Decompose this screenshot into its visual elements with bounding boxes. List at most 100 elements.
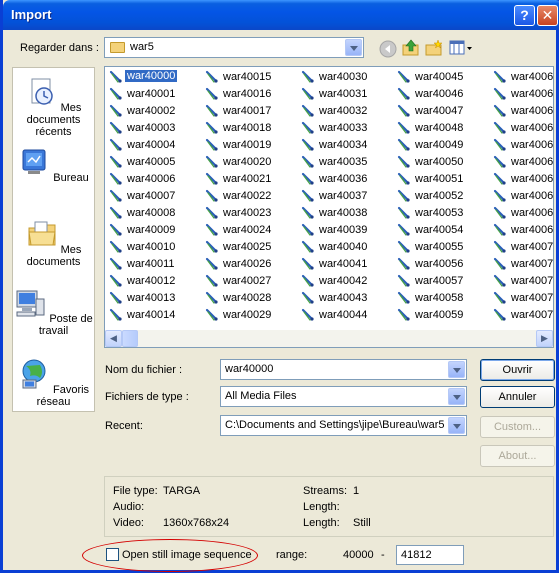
media-file-icon [493,206,506,219]
close-button[interactable]: ✕ [537,5,558,26]
media-file-icon [301,172,314,185]
scrollbar-thumb[interactable] [122,330,138,347]
file-name: war40051 [415,173,464,185]
folder-icon [110,42,125,53]
media-file-icon [493,70,506,83]
media-file-icon [397,155,410,168]
chevron-down-icon[interactable] [448,361,465,378]
file-name: war40031 [319,88,368,100]
file-name: war40053 [415,207,464,219]
media-file-icon [205,87,218,100]
horizontal-scrollbar[interactable]: ◀ ▶ [105,330,553,347]
file-name: war40044 [319,309,368,321]
filename-input[interactable]: war40000 [220,359,467,380]
file-name: war4006 [511,156,554,168]
place-recent-documents[interactable]: Mes documents récents [13,76,94,138]
media-file-icon [109,257,122,270]
file-name: war40016 [223,88,272,100]
place-desktop[interactable]: Bureau [13,146,94,184]
file-name: war40046 [415,88,464,100]
import-dialog: Import ? ✕ Regarder dans : war5 Mes docu… [0,0,559,573]
place-my-computer[interactable]: Poste de travail [13,287,94,337]
range-start: 40000 [343,549,374,561]
media-file-icon [109,172,122,185]
media-file-icon [493,223,506,236]
desktop-icon [22,149,46,174]
help-button[interactable]: ? [514,5,535,26]
custom-button[interactable]: Custom... [480,416,555,438]
scroll-left-icon[interactable]: ◀ [105,330,122,347]
media-file-icon [205,291,218,304]
info-video-value: 1360x768x24 [163,517,230,529]
chevron-down-icon[interactable] [448,417,465,434]
range-end-input[interactable]: 41812 [396,545,464,565]
file-name: war4007 [511,309,554,321]
media-file-icon [109,155,122,168]
media-file-icon [109,138,122,151]
file-name: war40043 [319,292,368,304]
file-name: war4007 [511,275,554,287]
media-file-icon [205,138,218,151]
info-streams-label: Streams: [303,485,348,497]
open-button[interactable]: Ouvrir [480,359,555,381]
media-file-icon [493,274,506,287]
file-name: war40057 [415,275,464,287]
file-name: war40025 [223,241,272,253]
media-file-icon [109,87,122,100]
media-file-icon [397,274,410,287]
about-button[interactable]: About... [480,445,555,467]
media-file-icon [397,104,410,117]
file-name: war4006 [511,190,554,202]
window-title: Import [11,7,52,22]
file-name: war40015 [223,71,272,83]
media-file-icon [205,240,218,253]
chevron-down-icon[interactable] [345,39,362,56]
file-name: war40002 [127,105,176,117]
file-name: war40056 [415,258,464,270]
up-folder-icon[interactable] [402,39,420,57]
file-name: war40059 [415,309,464,321]
media-file-icon [397,87,410,100]
media-file-icon [205,172,218,185]
file-name: war4006 [511,224,554,236]
media-file-icon [301,206,314,219]
file-list[interactable]: war4007 war4007 war4007 war4007 war4007 war40… [104,66,554,348]
back-icon[interactable] [379,40,397,58]
media-file-icon [301,87,314,100]
view-menu-icon[interactable] [449,39,473,57]
cancel-button[interactable]: Annuler [480,386,555,408]
info-streams-value: 1 [353,485,360,497]
file-name: war40054 [415,224,464,236]
media-file-icon [493,257,506,270]
media-file-icon [301,104,314,117]
media-file-icon [493,104,506,117]
file-name: war40005 [127,156,176,168]
media-file-icon [493,240,506,253]
my-documents-icon [27,221,56,246]
filetype-dropdown[interactable]: All Media Files [220,386,467,407]
file-name: war40019 [223,139,272,151]
file-name: war40034 [319,139,368,151]
file-name: war40038 [319,207,368,219]
file-name: war40042 [319,275,368,287]
media-file-icon [301,121,314,134]
file-name: war40058 [415,292,464,304]
place-network[interactable]: Favoris réseau [13,358,94,408]
lookin-dropdown[interactable]: war5 [104,37,364,58]
filename-value: war40000 [225,363,274,375]
place-my-documents[interactable]: Mes documents [13,218,94,268]
file-info-panel: File type: TARGA Audio: Video: 1360x768x… [104,476,554,537]
file-name: war40020 [223,156,272,168]
recent-dropdown[interactable]: C:\Documents and Settings\jipe\Bureau\wa… [220,415,467,436]
range-end-value: 41812 [401,549,432,561]
new-folder-icon[interactable] [425,39,443,57]
media-file-icon [205,206,218,219]
file-name: war4006 [511,122,554,134]
file-name: war40030 [319,71,368,83]
place-label-desktop: Bureau [53,172,89,184]
file-name: war40003 [127,122,176,134]
media-file-icon [109,121,122,134]
scroll-right-icon[interactable]: ▶ [536,330,553,347]
media-file-icon [397,70,410,83]
chevron-down-icon[interactable] [448,388,465,405]
